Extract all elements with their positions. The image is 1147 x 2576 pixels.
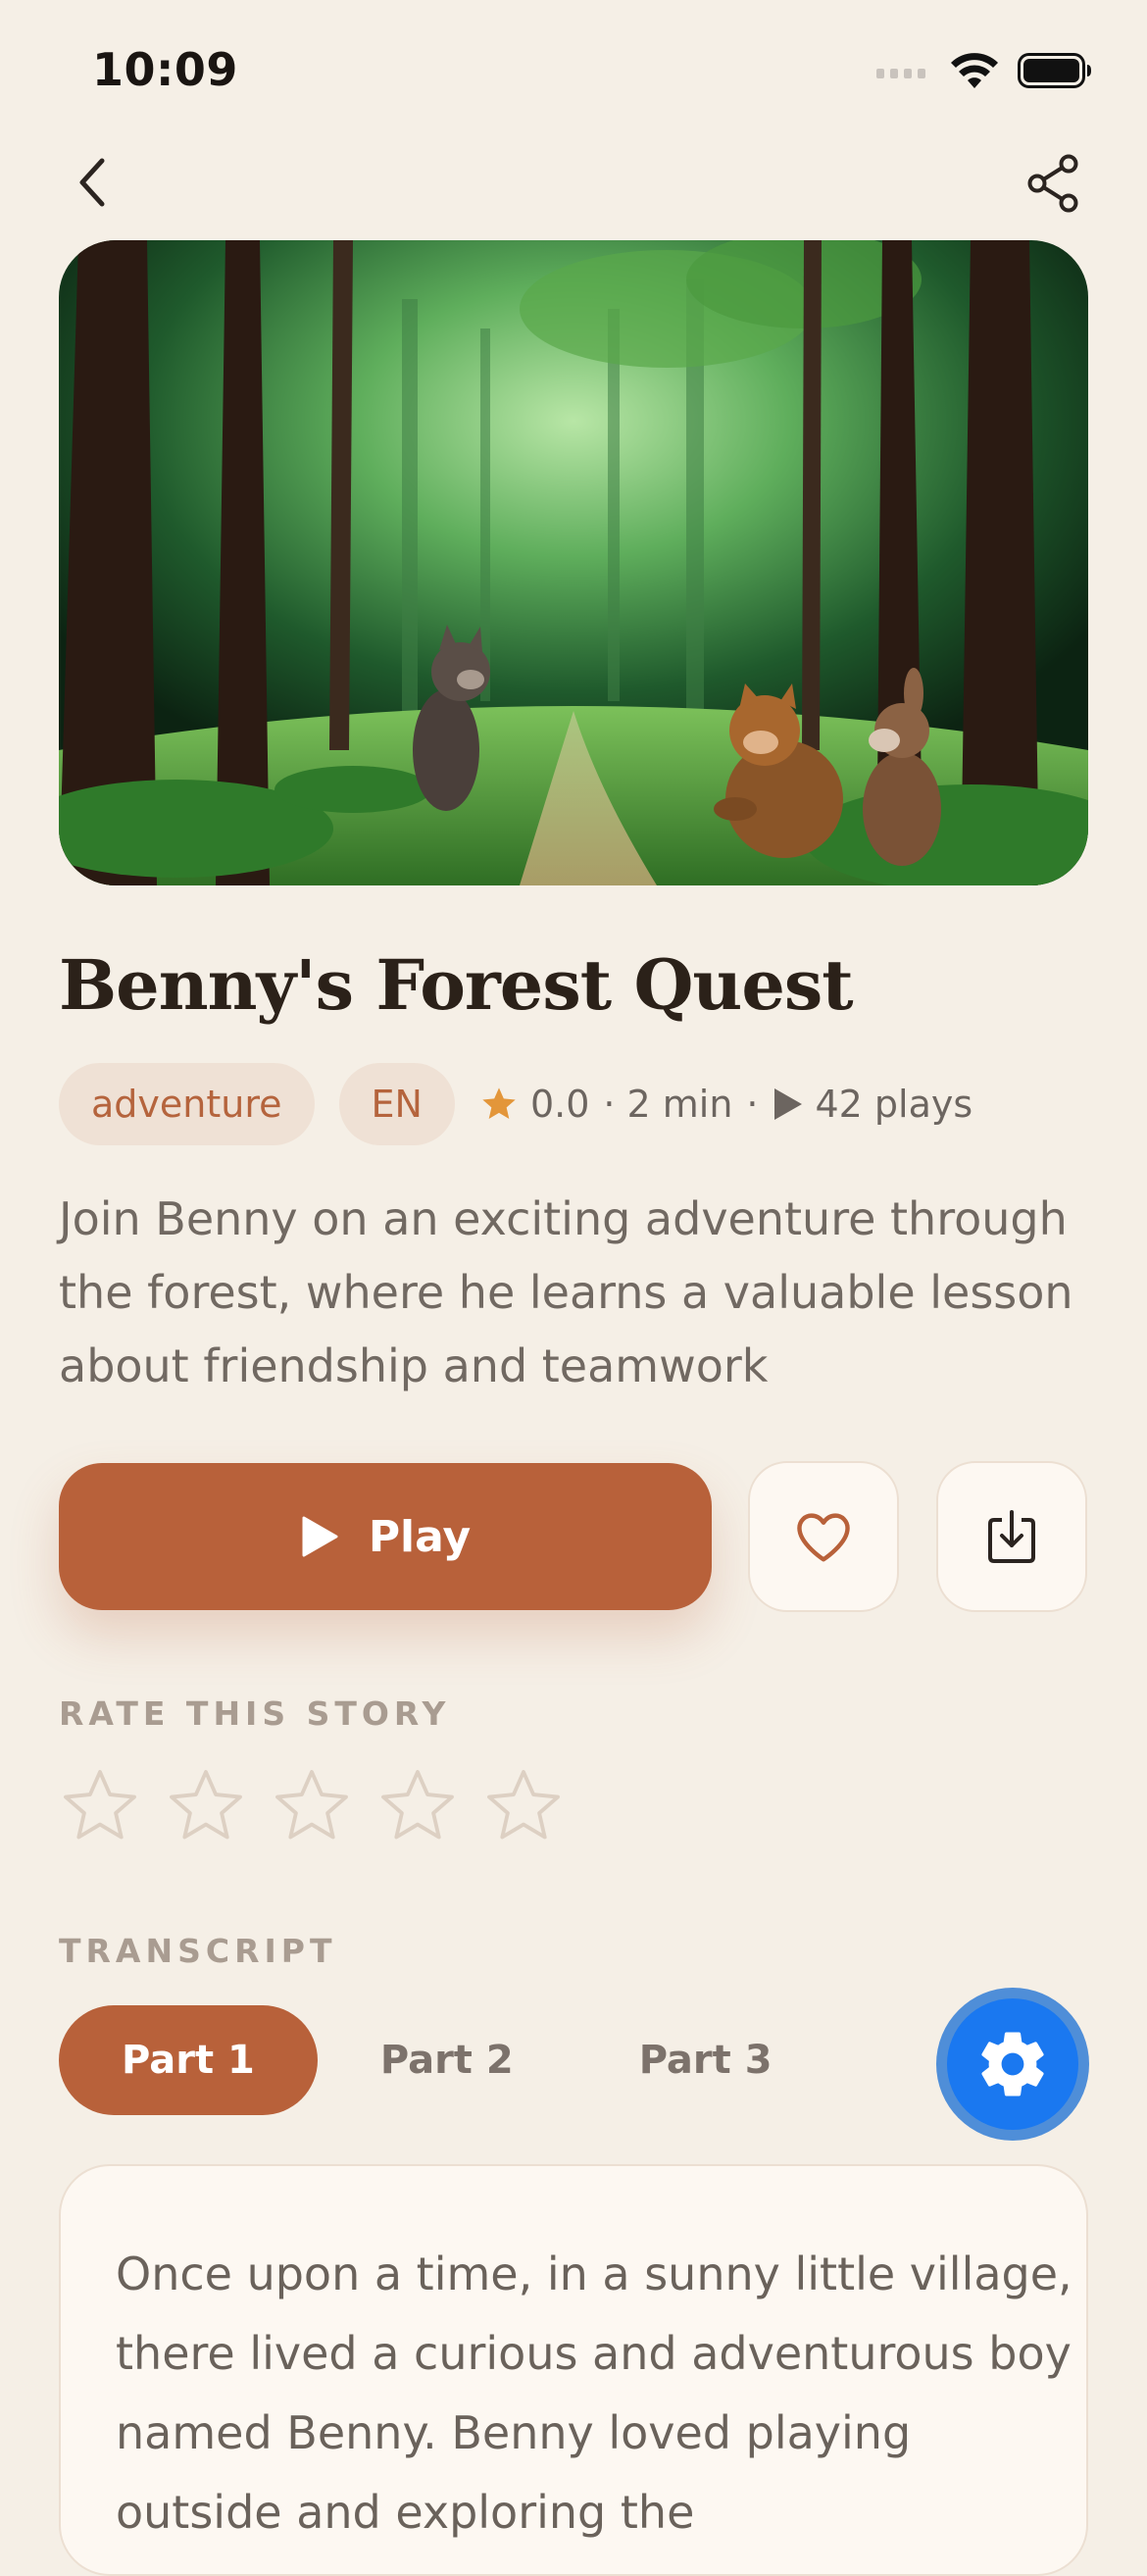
back-button[interactable] <box>69 149 116 216</box>
meta-separator: · <box>603 1083 616 1126</box>
play-icon <box>302 1516 338 1557</box>
language-chip[interactable]: EN <box>338 1063 455 1145</box>
play-button-label: Play <box>368 1511 472 1562</box>
transcript-card: Once upon a time, in a sunny little vill… <box>59 2164 1088 2576</box>
story-meta-row: adventure EN 0.0 · 2 min · 42 plays <box>59 1063 972 1145</box>
rating-value: 0.0 <box>529 1083 590 1126</box>
download-icon <box>988 1510 1035 1563</box>
gear-icon <box>981 2032 1044 2096</box>
play-triangle-icon <box>773 1088 802 1120</box>
status-bar: 10:09 <box>0 0 1147 147</box>
tab-part-2[interactable]: Part 2 <box>318 2005 576 2115</box>
play-button[interactable]: Play <box>59 1463 712 1610</box>
story-title: Benny's Forest Quest <box>59 944 854 1026</box>
transcript-text: Once upon a time, in a sunny little vill… <box>116 2248 1072 2539</box>
settings-fab-inner <box>947 1998 1078 2130</box>
cellular-signal-icon <box>876 69 925 78</box>
duration-meta: · 2 min <box>589 1083 732 1126</box>
star-filled-icon <box>482 1087 516 1119</box>
duration-value: 2 min <box>626 1083 733 1126</box>
tab-part-1[interactable]: Part 1 <box>59 2005 318 2115</box>
plays-value: 42 plays <box>815 1083 973 1126</box>
rating-star-3[interactable] <box>271 1765 353 1847</box>
rate-story-label: RATE THIS STORY <box>59 1694 451 1733</box>
rating-star-1[interactable] <box>59 1765 141 1847</box>
story-description: Join Benny on an exciting adventure thro… <box>59 1192 1073 1392</box>
rating-meta: 0.0 <box>479 1083 589 1126</box>
download-button[interactable] <box>936 1461 1087 1612</box>
status-time: 10:09 <box>92 43 238 96</box>
forest-illustration <box>59 240 1088 885</box>
tab-part-3[interactable]: Part 3 <box>576 2005 835 2115</box>
transcript-tabs: Part 1 Part 2 Part 3 <box>59 2005 835 2115</box>
settings-fab[interactable] <box>936 1988 1089 2141</box>
rating-star-4[interactable] <box>376 1765 459 1847</box>
meta-separator: · <box>746 1083 759 1126</box>
share-button[interactable] <box>1023 152 1082 215</box>
chevron-left-icon <box>79 158 105 207</box>
status-icons <box>876 51 1092 90</box>
rating-stars <box>59 1765 565 1847</box>
plays-meta: · 42 plays <box>732 1083 972 1126</box>
rating-star-5[interactable] <box>482 1765 565 1847</box>
genre-chip[interactable]: adventure <box>59 1063 315 1145</box>
wifi-icon <box>951 53 998 88</box>
battery-icon <box>1018 53 1091 88</box>
story-cover-image <box>59 240 1088 885</box>
favorite-button[interactable] <box>748 1461 899 1612</box>
heart-icon <box>797 1513 850 1562</box>
rating-star-2[interactable] <box>165 1765 247 1847</box>
share-icon <box>1027 154 1078 213</box>
transcript-label: TRANSCRIPT <box>59 1932 337 1970</box>
